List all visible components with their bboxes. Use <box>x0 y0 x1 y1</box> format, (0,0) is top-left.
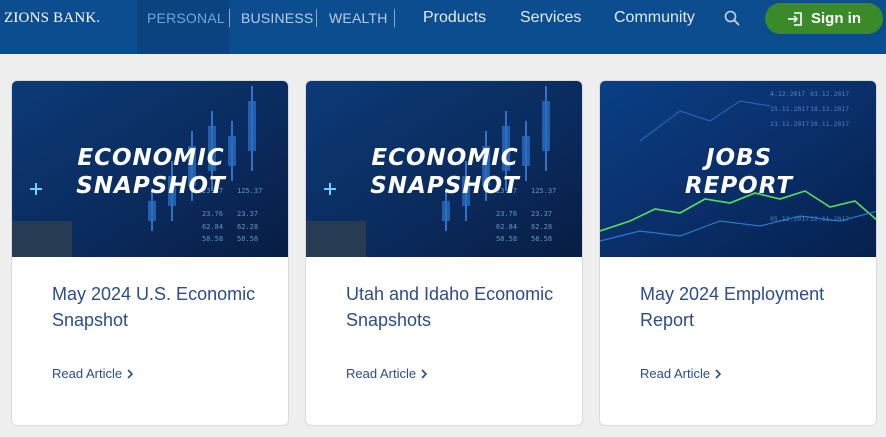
tab-personal[interactable]: PERSONAL <box>147 10 225 26</box>
nav-community[interactable]: Community <box>614 9 695 27</box>
svg-text:62.28: 62.28 <box>237 223 258 231</box>
banner-heading-line2: REPORT <box>685 173 795 199</box>
article-card[interactable]: 4.12.2017 03.12.2017 15.11.2017 18.12.2017… <box>599 80 877 426</box>
banner-heading-line2: SNAPSHOT <box>76 173 227 199</box>
read-article-link[interactable]: Read Article <box>52 366 134 381</box>
tab-business[interactable]: BUSINESS <box>241 10 313 26</box>
svg-text:58.58: 58.58 <box>237 235 258 243</box>
sign-in-label: Sign in <box>811 10 861 27</box>
svg-text:23.37: 23.37 <box>531 210 552 218</box>
svg-text:4.12.2017: 4.12.2017 <box>770 90 805 98</box>
nav-divider <box>316 9 317 27</box>
svg-text:125.37: 125.37 <box>531 187 556 195</box>
nav-divider <box>229 9 230 27</box>
sign-in-button[interactable]: Sign in <box>765 3 883 34</box>
banner-heading-line1: ECONOMIC <box>371 145 518 171</box>
svg-text:10.11.2017: 10.11.2017 <box>810 120 849 128</box>
svg-text:15.11.2017: 15.11.2017 <box>770 105 809 113</box>
read-article-link[interactable]: Read Article <box>640 366 722 381</box>
banner-heading-line1: JOBS <box>702 145 772 171</box>
svg-text:23.12.2017: 23.12.2017 <box>770 120 809 128</box>
banner-heading-line2: SNAPSHOT <box>370 173 521 199</box>
article-card[interactable]: 23.37 125.37 23.76 23.37 62.84 62.28 58.58 5… <box>11 80 289 426</box>
read-article-label: Read Article <box>52 366 123 381</box>
article-title[interactable]: Utah and Idaho Economic Snapshots <box>346 281 566 333</box>
svg-text:125.37: 125.37 <box>237 187 262 195</box>
svg-text:18.12.2017: 18.12.2017 <box>810 105 849 113</box>
svg-text:58.58: 58.58 <box>496 235 517 243</box>
banner-heading-line1: ECONOMIC <box>77 145 224 171</box>
svg-text:58.58: 58.58 <box>202 235 223 243</box>
economic-snapshot-banner-image[interactable]: 23.37 125.37 23.76 23.37 62.84 62.28 58.58 5… <box>306 81 583 257</box>
chevron-right-icon <box>421 368 428 379</box>
personal-tab-highlight <box>137 0 229 54</box>
jobs-report-banner-image[interactable]: 4.12.2017 03.12.2017 15.11.2017 18.12.2017… <box>600 81 877 257</box>
svg-text:22.11.2017: 22.11.2017 <box>810 215 849 223</box>
search-icon[interactable] <box>724 10 740 26</box>
nav-products[interactable]: Products <box>423 9 486 27</box>
svg-text:23.76: 23.76 <box>496 210 517 218</box>
economic-snapshot-banner-image[interactable]: 23.37 125.37 23.76 23.37 62.84 62.28 58.58 5… <box>12 81 289 257</box>
svg-text:03.12.2017: 03.12.2017 <box>810 90 849 98</box>
zions-bank-logo[interactable]: ZIONS BANK. <box>4 10 100 27</box>
svg-text:23.76: 23.76 <box>202 210 223 218</box>
article-card[interactable]: 23.37 125.37 23.76 23.37 62.84 62.28 58.58 5… <box>305 80 583 426</box>
article-title[interactable]: May 2024 U.S. Economic Snapshot <box>52 281 272 333</box>
read-article-link[interactable]: Read Article <box>346 366 428 381</box>
svg-text:62.84: 62.84 <box>202 223 223 231</box>
chevron-right-icon <box>715 368 722 379</box>
svg-text:62.84: 62.84 <box>496 223 517 231</box>
nav-services[interactable]: Services <box>520 9 581 27</box>
read-article-label: Read Article <box>640 366 711 381</box>
svg-text:58.58: 58.58 <box>531 235 552 243</box>
svg-text:62.28: 62.28 <box>531 223 552 231</box>
chevron-right-icon <box>127 368 134 379</box>
svg-text:23.37: 23.37 <box>237 210 258 218</box>
read-article-label: Read Article <box>346 366 417 381</box>
nav-divider <box>394 9 395 27</box>
top-navigation-bar: ZIONS BANK. PERSONAL BUSINESS WEALTH Pro… <box>0 0 886 54</box>
article-title[interactable]: May 2024 Employment Report <box>640 281 860 333</box>
sign-in-icon <box>788 11 802 26</box>
tab-wealth[interactable]: WEALTH <box>329 10 388 26</box>
